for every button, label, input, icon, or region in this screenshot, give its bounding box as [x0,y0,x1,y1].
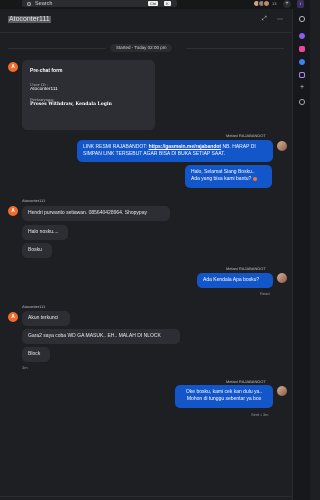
search-label: Search [35,0,53,7]
message-in: Hendri purwanto setiawan. 085640428964. … [22,206,170,221]
sent-status: Sent • 3m [251,412,269,417]
more-options-icon[interactable]: ⋯ [277,16,283,23]
right-rail: + [292,9,310,500]
shortcut-ctrl: Ctrl [148,1,159,6]
message-text: Mohon di tunggu sebentar ya bos [186,396,262,402]
prechat-form: Pre-chat form User ID : Atoconter111 Per… [22,60,155,130]
profile-icon[interactable] [299,16,305,22]
app-icon[interactable] [299,46,305,52]
prechat-user-id: Atoconter111 [30,87,58,92]
settings-icon[interactable] [299,99,305,105]
participants-count: 13 [272,1,277,6]
message-in: Halo nosku.... [22,225,68,240]
top-bar: Search Ctrl K 13 + I [0,0,310,9]
avatar [277,273,287,283]
message-out: Halo, Selamat Siang Bosku.. Ada yang bis… [185,165,272,188]
divider [8,48,106,49]
message-text: Halo, Selamat Siang Bosku.. [191,169,255,175]
add-button[interactable]: + [283,0,291,8]
message-text: Oke bosku, kami cek kan dulu ya.. [185,389,263,395]
app-icon[interactable] [299,59,305,65]
message-in: Akun terkunci [22,311,70,326]
message-out: Ada Kendala Apa bosku? [197,273,273,288]
emoji-icon [252,176,257,181]
divider [186,48,284,49]
expand-icon[interactable]: ⤢ [262,16,267,23]
avatar [263,0,270,7]
message-text: Ada yang bisa kami bantu? [191,176,252,182]
agent-name: Melani RAJABANDOT [226,379,266,384]
message-in: Bosku [22,243,52,258]
account-button[interactable]: I [297,0,304,8]
composer-divider [0,496,292,500]
customer-name: Atoconter111 [22,198,46,203]
conversation-header: Atoconter111 ⤢ ⋯ [0,9,292,33]
read-receipt: Read [260,291,270,296]
agent-name: Melani RAJABANDOT [226,133,266,138]
message-in: Block [22,347,50,362]
message-text: LINK RESMI RAJABANDOT: [83,144,149,150]
message-out: Oke bosku, kami cek kan dulu ya.. Mohon … [175,385,273,408]
message-time: 3m [22,365,28,370]
started-badge: Started - Today 02:00 pm [110,44,173,52]
search-icon [27,1,31,6]
avatar: A [8,62,18,72]
prechat-title: Pre-chat form [30,68,63,74]
message-link[interactable]: https://gasmain.me/rajabandot [149,144,222,150]
chat-area: Started - Today 02:00 pm A Pre-chat form… [0,34,292,500]
message-in: Gara2 saya coba WD GA MASUK.. EH.. MALAH… [22,329,180,344]
avatar: A [8,206,18,216]
mail-icon[interactable] [299,72,305,78]
app-icon[interactable] [299,33,305,39]
participants[interactable]: 13 [253,0,276,7]
shortcut-key: K [164,1,171,6]
agent-name: Melani RAJABANDOT [226,266,266,271]
avatar [277,141,287,151]
avatar [277,386,287,396]
add-app-icon[interactable]: + [299,84,305,91]
page-title: Atoconter111 [8,16,51,23]
avatar: A [8,312,18,322]
customer-name: Atoconter111 [22,304,46,309]
message-out: LINK RESMI RAJABANDOT: https://gasmain.m… [77,140,273,162]
prechat-question: Proses Withdraw, Kendala Login [30,102,112,107]
